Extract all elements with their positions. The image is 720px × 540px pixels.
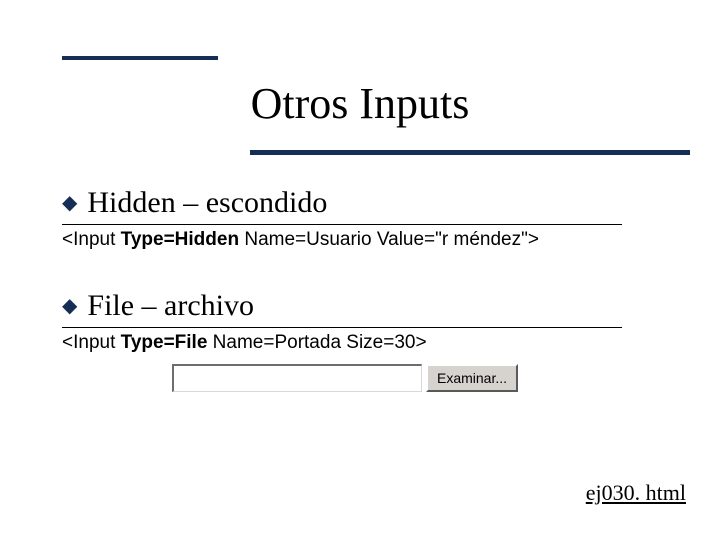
slide-title: Otros Inputs <box>251 78 470 129</box>
accent-bar-top <box>62 56 218 60</box>
code-post: Name=Portada Size=30> <box>207 332 426 353</box>
bullet-icon: ◆ <box>62 296 77 316</box>
accent-bar-title <box>250 150 690 155</box>
heading-underline <box>62 327 622 328</box>
browse-button[interactable]: Examinar... <box>426 364 518 392</box>
code-example: <Input Type=File Name=Portada Size=30> <box>62 332 680 354</box>
heading-underline <box>62 224 622 225</box>
code-pre: <Input <box>62 229 121 250</box>
footer-link[interactable]: ej030. html <box>586 480 686 506</box>
code-post: Name=Usuario Value="r méndez"> <box>239 229 539 250</box>
code-example: <Input Type=Hidden Name=Usuario Value="r… <box>62 229 680 251</box>
code-pre: <Input <box>62 332 121 353</box>
bullet-heading: File – archivo <box>87 289 254 323</box>
bullet-heading: Hidden – escondido <box>87 186 327 220</box>
file-input-widget: Examinar... <box>172 364 680 392</box>
code-bold: Type=File <box>121 332 208 353</box>
bullet-item: ◆ Hidden – escondido <box>62 186 680 220</box>
code-bold: Type=Hidden <box>121 229 239 250</box>
file-path-field[interactable] <box>172 364 422 392</box>
bullet-item: ◆ File – archivo <box>62 289 680 323</box>
slide-content: ◆ Hidden – escondido <Input Type=Hidden … <box>62 186 680 392</box>
bullet-icon: ◆ <box>62 193 77 213</box>
